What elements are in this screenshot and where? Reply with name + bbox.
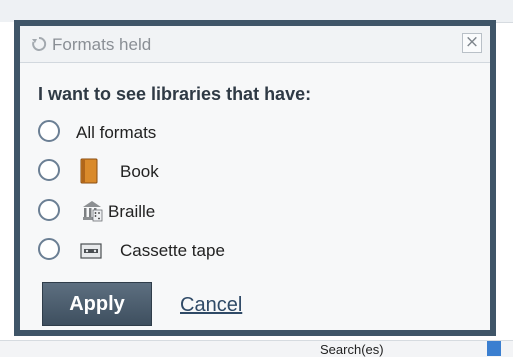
option-label-book: Book (120, 162, 159, 181)
book-icon (80, 158, 98, 184)
option-all-formats[interactable]: All formats (38, 120, 338, 148)
option-label-all-formats: All formats (76, 123, 157, 142)
dialog-title: Formats held (52, 35, 152, 54)
background-left-strip (0, 22, 14, 340)
cassette-icon (80, 243, 102, 259)
braille-icon (83, 201, 103, 222)
formats-held-dialog: Formats held × I want to see libraries t… (14, 20, 496, 336)
radio-braille[interactable] (38, 199, 60, 221)
background-info-badge[interactable] (487, 341, 501, 356)
apply-button[interactable]: Apply (42, 282, 152, 326)
option-label-cassette-tape: Cassette tape (120, 241, 225, 260)
option-cassette-tape[interactable]: Cassette tape (38, 238, 338, 266)
radio-book[interactable] (38, 159, 60, 181)
refresh-icon (32, 36, 47, 51)
radio-cassette-tape[interactable] (38, 238, 60, 260)
close-button[interactable]: × (462, 33, 482, 53)
radio-all-formats[interactable] (38, 120, 60, 142)
dialog-titlebar: Formats held × (20, 26, 490, 63)
close-icon: × (464, 32, 480, 52)
cancel-link[interactable]: Cancel (180, 294, 242, 317)
background-footer-text: Search(es) (320, 342, 384, 357)
background-footer-strip (0, 340, 513, 357)
dialog-heading: I want to see libraries that have: (38, 84, 312, 104)
option-braille[interactable]: Braille (38, 199, 338, 227)
option-label-braille: Braille (108, 202, 156, 221)
option-book[interactable]: Book (38, 158, 338, 187)
